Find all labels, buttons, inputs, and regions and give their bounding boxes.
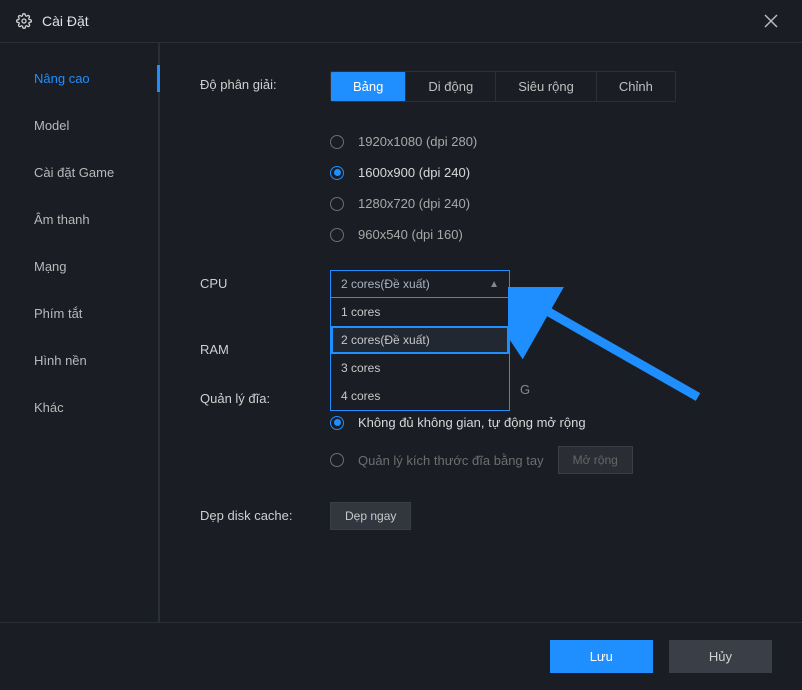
close-button[interactable] [756, 6, 786, 36]
content-panel: Độ phân giải: Bảng Di động Siêu rộng Chỉ… [160, 43, 802, 622]
radio-icon [330, 453, 344, 467]
close-icon [764, 14, 778, 28]
radio-icon [330, 166, 344, 180]
sidebar-item-game[interactable]: Cài đặt Game [0, 149, 158, 196]
cpu-dropdown-value: 2 cores(Đề xuất) [341, 277, 430, 291]
save-button[interactable]: Lưu [550, 640, 653, 673]
window-body: Nâng cao Model Cài đặt Game Âm thanh Mạn… [0, 42, 802, 622]
radio-icon [330, 135, 344, 149]
tab-custom[interactable]: Chỉnh [597, 72, 675, 101]
resolution-option-label: 1280x720 (dpi 240) [358, 196, 470, 211]
clear-cache-button[interactable]: Dẹp ngay [330, 502, 411, 530]
gear-icon [16, 13, 32, 29]
sidebar-item-other[interactable]: Khác [0, 384, 158, 431]
cache-label: Dẹp disk cache: [200, 502, 330, 530]
cpu-option[interactable]: 3 cores [331, 354, 509, 382]
window-title: Cài Đặt [42, 13, 756, 29]
sidebar-item-label: Âm thanh [34, 212, 90, 227]
cpu-dropdown-list: 1 cores 2 cores(Đề xuất) 3 cores 4 cores [330, 298, 510, 411]
sidebar-item-model[interactable]: Model [0, 102, 158, 149]
chevron-up-icon: ▲ [489, 279, 499, 290]
sidebar-item-label: Phím tắt [34, 306, 82, 321]
radio-icon [330, 228, 344, 242]
tab-tablet[interactable]: Bảng [331, 72, 406, 101]
sidebar-item-shortcuts[interactable]: Phím tắt [0, 290, 158, 337]
resolution-options-row: 1920x1080 (dpi 280) 1600x900 (dpi 240) 1… [200, 122, 772, 250]
footer: Lưu Hủy [0, 622, 802, 690]
expand-button: Mở rộng [558, 446, 633, 474]
sidebar-item-label: Mạng [34, 259, 67, 274]
sidebar: Nâng cao Model Cài đặt Game Âm thanh Mạn… [0, 43, 160, 622]
sidebar-item-label: Nâng cao [34, 71, 90, 86]
resolution-label: Độ phân giải: [200, 71, 330, 102]
resolution-option-label: 1600x900 (dpi 240) [358, 165, 470, 180]
resolution-option[interactable]: 1600x900 (dpi 240) [330, 157, 772, 188]
radio-icon [330, 197, 344, 211]
disk-option-manual[interactable]: Quản lý kích thước đĩa bằng tay Mở rộng [330, 438, 772, 482]
sidebar-item-wallpaper[interactable]: Hình nền [0, 337, 158, 384]
cancel-button[interactable]: Hủy [669, 640, 772, 673]
disk-label: Quản lý đĩa: [200, 385, 330, 482]
sidebar-item-network[interactable]: Mạng [0, 243, 158, 290]
cpu-label: CPU [200, 270, 330, 298]
resolution-option-label: 1920x1080 (dpi 280) [358, 134, 477, 149]
sidebar-item-label: Model [34, 118, 69, 133]
resolution-row: Độ phân giải: Bảng Di động Siêu rộng Chỉ… [200, 71, 772, 102]
resolution-tabs: Bảng Di động Siêu rộng Chỉnh [330, 71, 676, 102]
resolution-radio-group: 1920x1080 (dpi 280) 1600x900 (dpi 240) 1… [330, 122, 772, 250]
ram-label: RAM [200, 336, 330, 357]
sidebar-item-label: Khác [34, 400, 64, 415]
sidebar-item-advanced[interactable]: Nâng cao [0, 55, 158, 102]
disk-option-label: Không đủ không gian, tự động mở rộng [358, 415, 586, 430]
cpu-row: CPU 2 cores(Đề xuất) ▲ 1 cores 2 cores(Đ… [200, 270, 772, 298]
resolution-option-label: 960x540 (dpi 160) [358, 227, 463, 242]
cpu-option[interactable]: 1 cores [331, 298, 509, 326]
disk-option-label: Quản lý kích thước đĩa bằng tay [358, 453, 544, 468]
resolution-option[interactable]: 960x540 (dpi 160) [330, 219, 772, 250]
resolution-option[interactable]: 1280x720 (dpi 240) [330, 188, 772, 219]
settings-window: Cài Đặt Nâng cao Model Cài đặt Game Âm t… [0, 0, 802, 690]
cpu-option[interactable]: 2 cores(Đề xuất) [331, 326, 509, 354]
disk-unit: G [520, 382, 530, 397]
disk-option-auto[interactable]: Không đủ không gian, tự động mở rộng [330, 407, 772, 438]
sidebar-item-label: Hình nền [34, 353, 87, 368]
titlebar: Cài Đặt [0, 0, 802, 42]
radio-icon [330, 416, 344, 430]
tab-mobile[interactable]: Di động [406, 72, 496, 101]
sidebar-item-label: Cài đặt Game [34, 165, 114, 180]
resolution-option[interactable]: 1920x1080 (dpi 280) [330, 126, 772, 157]
cpu-option[interactable]: 4 cores [331, 382, 509, 410]
tab-widescreen[interactable]: Siêu rộng [496, 72, 597, 101]
sidebar-item-audio[interactable]: Âm thanh [0, 196, 158, 243]
cpu-dropdown[interactable]: 2 cores(Đề xuất) ▲ [330, 270, 510, 298]
cache-row: Dẹp disk cache: Dẹp ngay [200, 502, 772, 530]
